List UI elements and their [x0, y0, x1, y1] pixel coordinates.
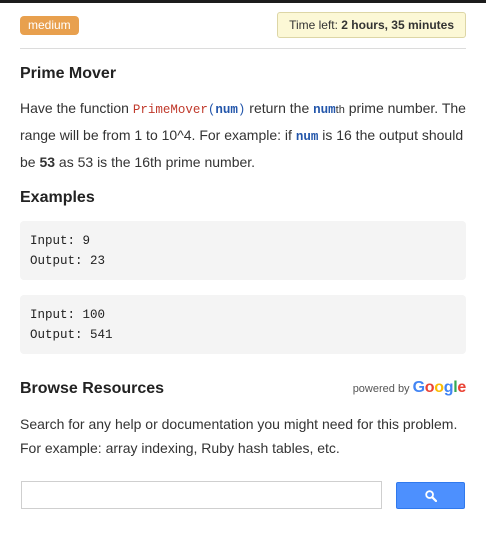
output-label: Output:	[30, 254, 91, 268]
search-button[interactable]	[396, 482, 465, 509]
example-input: Input: 9	[30, 231, 456, 251]
powered-by-google: powered by Google	[352, 379, 467, 397]
google-letter: e	[457, 379, 466, 396]
powered-by-label: powered by	[352, 383, 413, 395]
output-label: Output:	[30, 328, 91, 342]
browse-resources-heading: Browse Resources	[20, 380, 165, 397]
output-value: 23	[90, 254, 106, 268]
param-name: num	[215, 103, 238, 117]
resources-description: Search for any help or documentation you…	[20, 416, 458, 456]
google-logo: Google	[412, 379, 467, 396]
param-name: num	[295, 130, 319, 144]
examples-heading: Examples	[20, 189, 95, 206]
problem-description: Have the function PrimeMover(num) return…	[20, 96, 466, 175]
desc-text: return the	[245, 100, 314, 116]
desc-text: Have the function	[20, 100, 133, 116]
time-left-value: 2 hours, 35 minutes	[341, 18, 454, 32]
header-divider	[20, 48, 466, 49]
ordinal-suffix: th	[335, 104, 345, 116]
problem-header: medium Time left: 2 hours, 35 minutes	[20, 12, 466, 38]
google-letter: o	[434, 379, 444, 396]
example-input: Input: 100	[30, 305, 456, 325]
google-letter: o	[424, 379, 435, 396]
input-value: 100	[82, 308, 106, 322]
search-icon	[425, 490, 437, 502]
example-output: Output: 541	[30, 325, 456, 345]
top-border	[0, 0, 486, 3]
input-value: 9	[82, 234, 91, 248]
function-name: PrimeMover	[132, 103, 208, 117]
answer-value: 53	[39, 154, 56, 170]
output-value: 541	[90, 328, 113, 342]
search-input[interactable]	[21, 481, 382, 509]
example-block: Input: 9 Output: 23	[20, 221, 466, 280]
problem-title: Prime Mover	[20, 65, 117, 82]
param-name: num	[313, 103, 336, 117]
google-letter: G	[412, 379, 425, 396]
example-block: Input: 100 Output: 541	[20, 295, 466, 354]
google-letter: g	[443, 379, 454, 396]
time-left-box: Time left: 2 hours, 35 minutes	[277, 12, 466, 38]
example-output: Output: 23	[30, 251, 456, 271]
difficulty-badge: medium	[20, 16, 79, 35]
input-label: Input:	[30, 234, 83, 248]
desc-text: as 53 is the 16th prime number.	[55, 154, 256, 170]
time-left-label: Time left:	[289, 18, 342, 32]
input-label: Input:	[30, 308, 83, 322]
